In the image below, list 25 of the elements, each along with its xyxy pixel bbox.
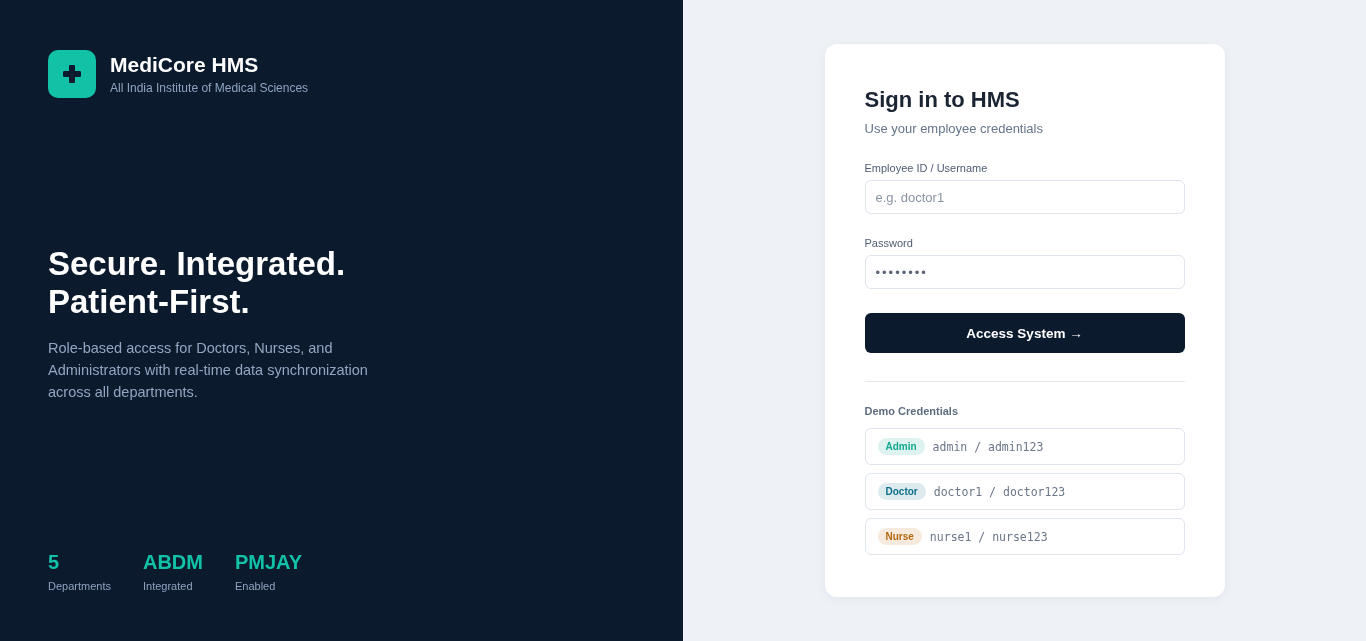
stat-value: ABDM [143,550,203,574]
submit-button[interactable]: Access System → [864,313,1185,353]
login-subtitle: Use your employee credentials [864,121,1044,137]
credential-row[interactable]: Admin admin / admin123 [864,428,1185,465]
credential-row[interactable]: Nurse nurse1 / nurse123 [864,518,1185,555]
stat-value: PMJAY [235,550,303,574]
field-label: Employee ID / Username [864,161,989,175]
stat-label: Departments [48,579,111,593]
login-title: Sign in to HMS [864,86,1021,114]
role-badge: Nurse [877,528,922,545]
field-label: Password [864,236,914,250]
brand-subtitle: All India Institute of Medical Sciences [110,80,309,96]
hero-description: Role-based access for Doctors, Nurses, and Administrators with real-time data synchronization across all departments. [48,339,369,402]
credential-row[interactable]: Doctor doctor1 / doctor123 [864,473,1185,510]
hero-heading: Secure. Integrated. Patient-First. [48,245,347,321]
stat-label: Enabled [235,579,277,593]
stat-value: 5 [48,550,61,574]
demo-title: Demo Credentials [864,404,960,418]
role-badge: Doctor [877,483,926,500]
input-field[interactable]: e.g. doctor1 [864,180,1185,214]
input-field[interactable]: •••••••• [864,255,1185,289]
role-badge: Admin [877,438,925,455]
brand-name: MediCore HMS [110,52,260,78]
stat-label: Integrated [143,579,194,593]
plus-icon [48,50,96,98]
